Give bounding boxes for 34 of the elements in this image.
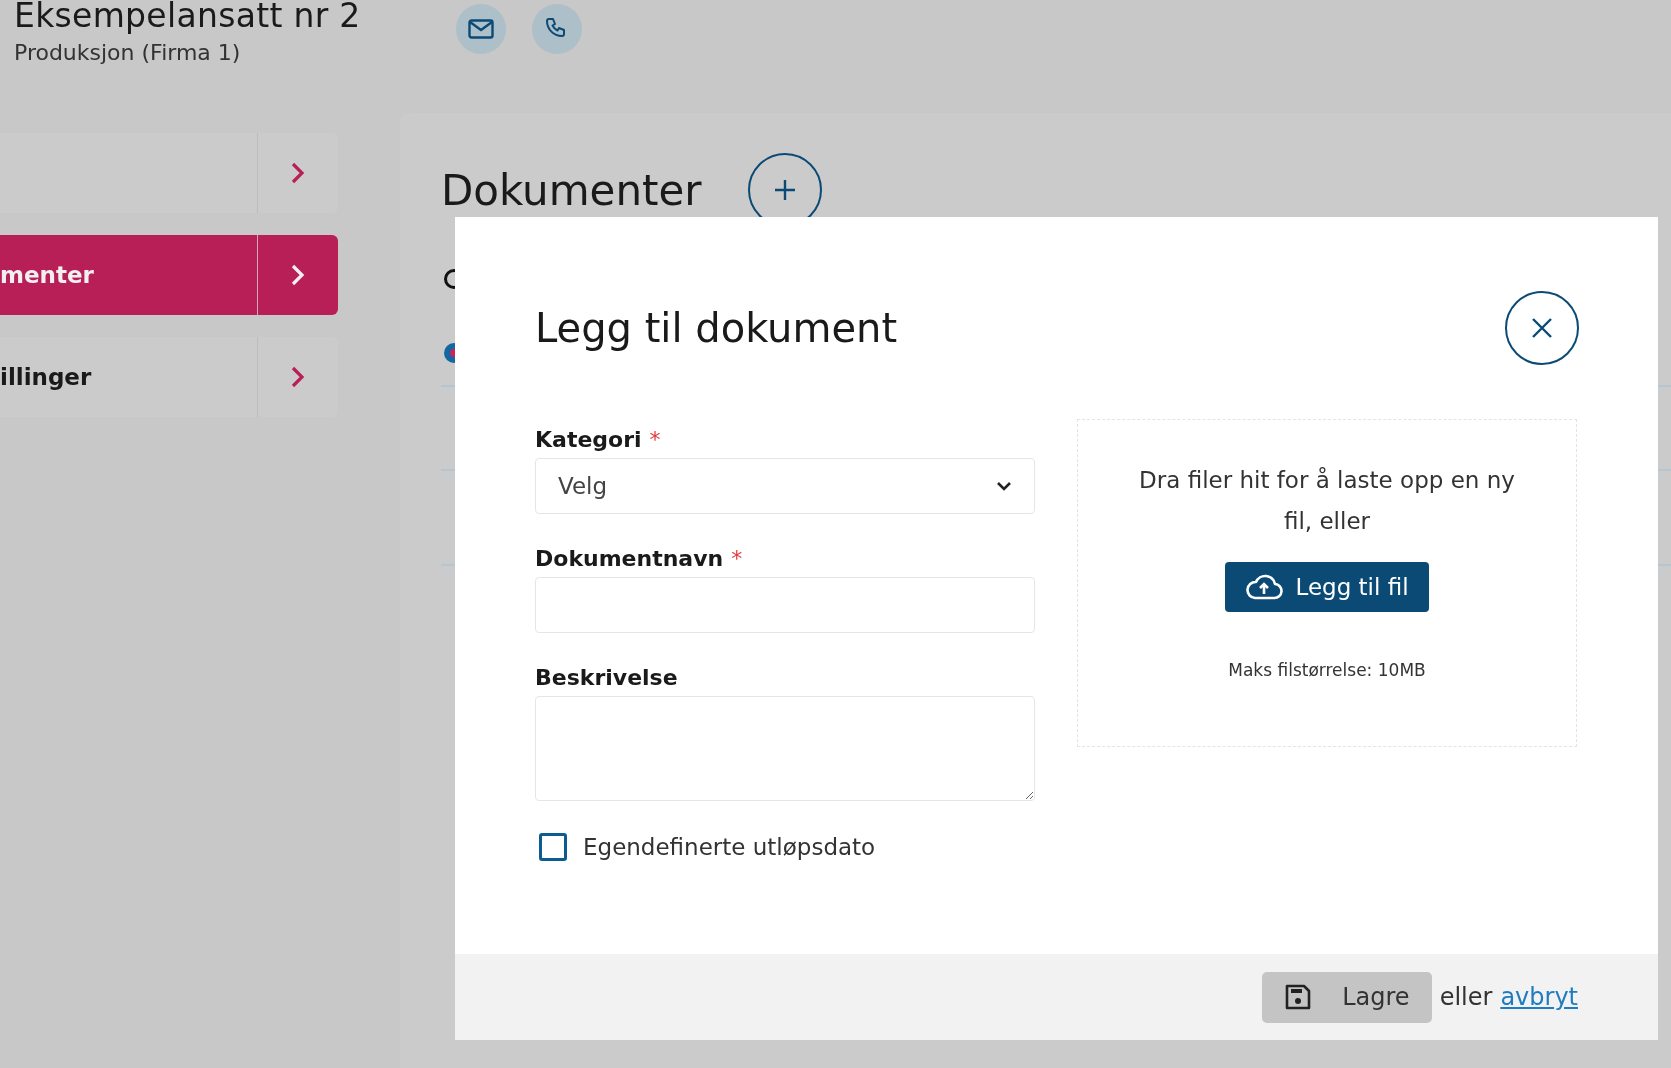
save-button[interactable]: Lagre [1262, 971, 1432, 1023]
checkbox-label: Egendefinerte utløpsdato [583, 834, 876, 860]
email-button[interactable] [456, 4, 506, 54]
add-file-button[interactable]: Legg til fil [1225, 562, 1429, 612]
field-label: Kategori [535, 427, 642, 452]
chevron-right-icon [291, 162, 305, 184]
sidebar-item[interactable]: illinger [0, 337, 338, 417]
required-mark: * [649, 427, 661, 452]
chevron-right-icon [291, 264, 305, 286]
dialog-title: Legg til dokument [535, 305, 898, 351]
employee-name: Eksempelansatt nr 2 [14, 0, 362, 36]
plus-icon [773, 179, 796, 201]
sidebar-item[interactable]: menter [0, 235, 338, 315]
field-label: Beskrivelse [535, 665, 678, 690]
cancel-link[interactable]: avbryt [1500, 983, 1578, 1011]
employee-department: Produksjon (Firma 1) [14, 40, 242, 65]
chevron-down-icon [996, 481, 1012, 491]
file-drop-zone[interactable]: Dra filer hit for å laste opp en ny fil, eller Legg til fil Maks filstørrelse: 10MB [1077, 419, 1577, 747]
cloud-upload-icon [1245, 574, 1284, 600]
file-size-note: Maks filstørrelse: 10MB [1228, 660, 1426, 680]
category-dropdown[interactable]: Velg [535, 458, 1035, 514]
mail-icon [468, 19, 494, 39]
sidebar-item-label: illinger [0, 364, 92, 390]
field-label: Dokumentnavn [535, 546, 724, 571]
sidebar-item-label: menter [0, 262, 94, 288]
close-icon [1531, 317, 1553, 339]
checkbox[interactable] [539, 833, 567, 861]
phone-button[interactable] [532, 4, 582, 54]
page-heading: Dokumenter [441, 165, 702, 215]
drop-instructions: Dra filer hit for å laste opp en ny fil, eller [1138, 466, 1516, 536]
input-field[interactable] [535, 577, 1035, 633]
chevron-right-icon [291, 366, 305, 388]
or-text: eller [1439, 983, 1493, 1011]
required-mark: * [731, 546, 743, 571]
